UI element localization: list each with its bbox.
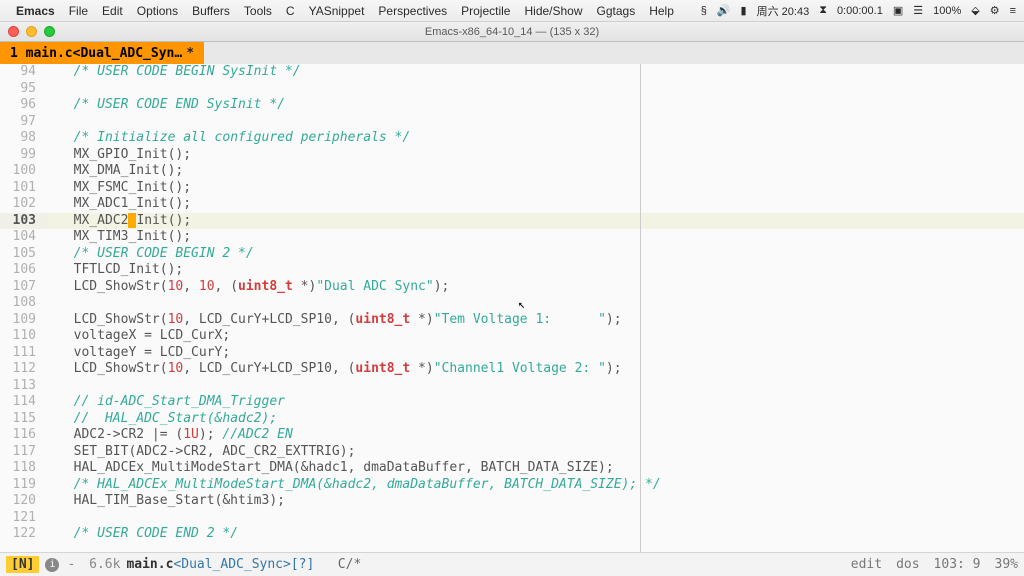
evil-state-badge: [N] — [6, 556, 39, 573]
code-line[interactable]: /* USER CODE BEGIN 2 */ — [48, 246, 1024, 263]
line-number-gutter: 9495969798991001011021031041051061071081… — [0, 64, 48, 552]
code-line[interactable]: voltageY = LCD_CurY; — [48, 345, 1024, 362]
modeline-dash: - — [67, 557, 75, 572]
code-line[interactable]: MX_ADC2Init(); — [48, 213, 1024, 230]
text-cursor — [128, 213, 136, 228]
battery-text: 100% — [933, 5, 961, 17]
buffer-tabbar: 1 main.c<Dual_ADC_Syn… * — [0, 42, 1024, 64]
menu-edit[interactable]: Edit — [102, 4, 123, 18]
code-line[interactable] — [48, 81, 1024, 98]
modeline-edit: edit — [851, 557, 882, 572]
mouse-cursor-icon: ↖ — [518, 296, 525, 313]
code-line[interactable]: MX_ADC1_Init(); — [48, 196, 1024, 213]
editor-area[interactable]: 9495969798991001011021031041051061071081… — [0, 64, 1024, 552]
code-line[interactable]: LCD_ShowStr(10, LCD_CurY+LCD_SP10, (uint… — [48, 361, 1024, 378]
window-title: Emacs-x86_64-10_14 — (135 x 32) — [425, 26, 599, 38]
macos-menubar: Emacs File Edit Options Buffers Tools C … — [0, 0, 1024, 22]
code-line[interactable]: LCD_ShowStr(10, LCD_CurY+LCD_SP10, (uint… — [48, 312, 1024, 329]
code-line[interactable]: MX_TIM3_Init(); — [48, 229, 1024, 246]
vcs-status[interactable]: [?] — [291, 557, 314, 572]
code-line[interactable]: /* Initialize all configured peripherals… — [48, 130, 1024, 147]
modeline-eol: dos — [896, 557, 919, 572]
menu-options[interactable]: Options — [137, 4, 178, 18]
buffer-name[interactable]: main.c — [126, 557, 173, 572]
menu-yasnippet[interactable]: YASnippet — [309, 4, 365, 18]
code-line[interactable]: /* USER CODE END SysInit */ — [48, 97, 1024, 114]
code-line[interactable]: MX_FSMC_Init(); — [48, 180, 1024, 197]
code-content[interactable]: /* USER CODE BEGIN SysInit */ /* USER CO… — [48, 64, 1024, 552]
settings-icon[interactable]: ⚙ — [990, 4, 1000, 17]
tray-icon[interactable]: ▣ — [893, 4, 903, 17]
menu-perspectives[interactable]: Perspectives — [378, 4, 447, 18]
code-line[interactable]: TFTLCD_Init(); — [48, 262, 1024, 279]
code-line[interactable]: HAL_ADCEx_MultiModeStart_DMA(&hadc1, dma… — [48, 460, 1024, 477]
traffic-lights — [0, 26, 55, 37]
buffer-size: 6.6k — [89, 557, 120, 572]
tray2-icon[interactable]: ☰ — [913, 4, 923, 17]
modeline: [N] i - 6.6k main.c<Dual_ADC_Sync>[?] C/… — [0, 552, 1024, 576]
menu-tools[interactable]: Tools — [244, 4, 272, 18]
code-line[interactable]: /* USER CODE END 2 */ — [48, 526, 1024, 543]
menu-ggtags[interactable]: Ggtags — [597, 4, 636, 18]
timer-icon[interactable]: ⧗ — [819, 4, 827, 17]
volume-icon[interactable]: 🔊 — [717, 4, 731, 17]
clock-text[interactable]: 周六 20:43 — [757, 3, 810, 19]
tab-index: 1 — [10, 46, 18, 61]
code-line[interactable]: /* USER CODE BEGIN SysInit */ — [48, 64, 1024, 81]
modeline-position: 103: 9 — [934, 557, 981, 572]
menu-c[interactable]: C — [286, 4, 295, 18]
menu-help[interactable]: Help — [649, 4, 674, 18]
menu-file[interactable]: File — [69, 4, 88, 18]
code-line[interactable]: MX_DMA_Init(); — [48, 163, 1024, 180]
code-line[interactable]: // id-ADC_Start_DMA_Trigger — [48, 394, 1024, 411]
code-line[interactable]: // HAL_ADC_Start(&hadc2); — [48, 411, 1024, 428]
bar-icon[interactable]: ▮ — [741, 4, 747, 17]
code-line[interactable]: ADC2->CR2 |= (1U); //ADC2 EN — [48, 427, 1024, 444]
code-line[interactable]: HAL_TIM_Base_Start(&htim3); — [48, 493, 1024, 510]
modeline-percent: 39% — [995, 557, 1018, 572]
menu-hideshow[interactable]: Hide/Show — [524, 4, 582, 18]
status-icon[interactable]: § — [701, 5, 707, 17]
window-split-divider[interactable] — [640, 64, 641, 552]
menubar-status: § 🔊 ▮ 周六 20:43 ⧗ 0:00:00.1 ▣ ☰ 100% ⬙ ⚙ … — [701, 3, 1016, 19]
major-mode[interactable]: C/* — [338, 557, 361, 572]
code-line[interactable] — [48, 114, 1024, 131]
info-icon[interactable]: i — [45, 558, 59, 572]
code-line[interactable]: SET_BIT(ADC2->CR2, ADC_CR2_EXTTRIG); — [48, 444, 1024, 461]
dropbox-icon[interactable]: ⬙ — [971, 4, 979, 17]
minimize-button[interactable] — [26, 26, 37, 37]
code-line[interactable]: /* HAL_ADCEx_MultiModeStart_DMA(&hadc2, … — [48, 477, 1024, 494]
code-line[interactable] — [48, 295, 1024, 312]
code-line[interactable]: voltageX = LCD_CurX; — [48, 328, 1024, 345]
code-line[interactable] — [48, 510, 1024, 527]
tab-filename: main.c<Dual_ADC_Syn… — [26, 46, 183, 61]
menu-icon[interactable]: ≡ — [1010, 5, 1016, 17]
code-line[interactable]: LCD_ShowStr(10, 10, (uint8_t *)"Dual ADC… — [48, 279, 1024, 296]
close-button[interactable] — [8, 26, 19, 37]
project-name[interactable]: <Dual_ADC_Sync> — [173, 557, 290, 572]
tab-dirty-indicator: * — [186, 46, 194, 61]
menu-projectile[interactable]: Projectile — [461, 4, 510, 18]
app-menu[interactable]: Emacs — [16, 4, 55, 18]
maximize-button[interactable] — [44, 26, 55, 37]
window-titlebar: Emacs-x86_64-10_14 — (135 x 32) — [0, 22, 1024, 42]
code-line[interactable]: MX_GPIO_Init(); — [48, 147, 1024, 164]
code-line[interactable] — [48, 378, 1024, 395]
buffer-tab-active[interactable]: 1 main.c<Dual_ADC_Syn… * — [0, 42, 204, 64]
timer-text: 0:00:00.1 — [837, 5, 883, 17]
menu-buffers[interactable]: Buffers — [192, 4, 230, 18]
